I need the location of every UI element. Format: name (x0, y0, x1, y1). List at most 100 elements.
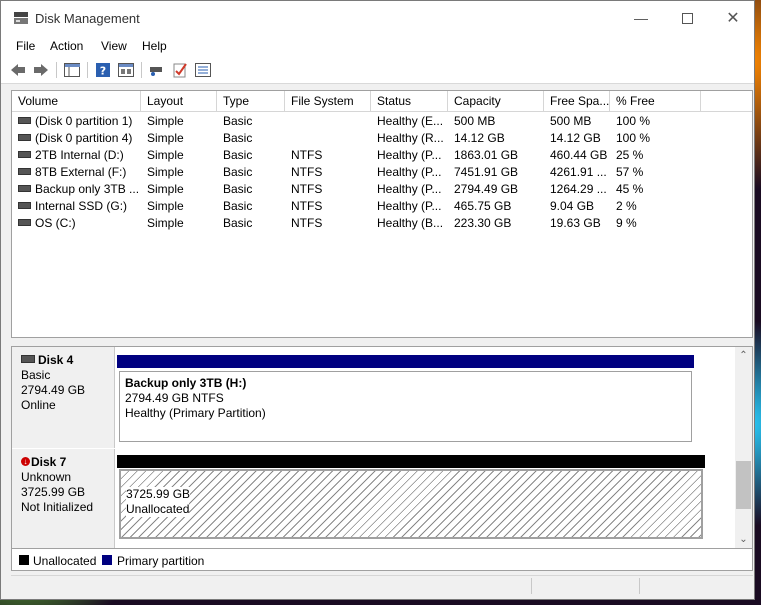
cell-layout: Simple (147, 148, 184, 162)
column-percent-free[interactable]: % Free (610, 91, 701, 111)
cell-free-space: 1264.29 ... (550, 182, 607, 196)
cell-capacity: 2794.49 GB (454, 182, 519, 196)
partition-backup-h-box: Backup only 3TB (H:) 2794.49 GB NTFS Hea… (119, 371, 692, 442)
cell-file-system: NTFS (291, 165, 323, 179)
cell-type: Basic (223, 114, 253, 128)
back-button[interactable] (9, 61, 27, 79)
volume-list[interactable]: Volume Layout Type File System Status Ca… (11, 90, 753, 338)
minimize-button[interactable]: — (618, 1, 664, 35)
list-button[interactable] (194, 61, 212, 79)
disk-4-info[interactable]: Disk 4 Basic 2794.49 GB Online (12, 347, 115, 448)
cell-file-system: NTFS (291, 216, 323, 230)
disk-7-info[interactable]: ↓ Disk 7 Unknown 3725.99 GB Not Initializ… (12, 449, 115, 548)
disk-graphical-view[interactable]: Disk 4 Basic 2794.49 GB Online Backup on… (11, 346, 753, 549)
disk-7-type: Unknown (21, 470, 72, 484)
help-icon: ? (96, 63, 110, 78)
rescan-icon (150, 67, 162, 76)
menu-view[interactable]: View (101, 39, 127, 53)
column-capacity[interactable]: Capacity (448, 91, 544, 111)
cell-layout: Simple (147, 182, 184, 196)
partition-title: Backup only 3TB (H:) (125, 376, 247, 390)
legend-primary: Primary partition (117, 554, 205, 568)
column-layout[interactable]: Layout (141, 91, 217, 111)
disk-4-name: Disk 4 (38, 353, 74, 367)
table-row[interactable]: OS (C:) Simple Basic NTFS Healthy (B... 223.3… (12, 215, 752, 232)
disk-pane-scrollbar[interactable]: ⌃ ⌄ (735, 347, 752, 548)
disk-7-size: 3725.99 GB (21, 485, 86, 499)
menu-help[interactable]: Help (142, 39, 167, 53)
table-row[interactable]: Backup only 3TB ... Simple Basic NTFS Health… (12, 181, 752, 198)
cell-file-system (285, 130, 371, 147)
cell-percent-free: 9 % (616, 216, 637, 230)
check-button[interactable] (171, 61, 189, 79)
partition-status: Healthy (Primary Partition) (125, 406, 266, 420)
cell-percent-free: 57 % (616, 165, 644, 179)
cell-status: Healthy (P... (377, 148, 442, 162)
volume-icon (18, 151, 31, 159)
menu-action[interactable]: Action (50, 39, 83, 53)
cell-type: Basic (223, 199, 253, 213)
cell-free-space: 14.12 GB (550, 131, 601, 145)
close-button[interactable]: ✕ (710, 1, 756, 35)
scroll-up-icon[interactable]: ⌃ (735, 347, 752, 364)
cell-free-space: 9.04 GB (550, 199, 595, 213)
volume-icon (18, 168, 31, 176)
cell-type: Basic (223, 165, 253, 179)
table-row[interactable]: (Disk 0 partition 4) Simple Basic Healthy (… (12, 130, 752, 147)
cell-volume: 8TB External (F:) (12, 164, 141, 181)
column-free-space[interactable]: Free Spa... (544, 91, 610, 111)
volume-icon (18, 219, 31, 227)
unallocated-space[interactable]: 3725.99 GB Unallocated (117, 455, 705, 541)
cell-capacity: 223.30 GB (454, 216, 512, 230)
cell-status: Healthy (E... (377, 114, 444, 128)
scroll-down-icon[interactable]: ⌄ (735, 531, 752, 548)
cell-percent-free: 45 % (616, 182, 644, 196)
partition-backup-h[interactable]: Backup only 3TB (H:) 2794.49 GB NTFS Hea… (117, 355, 694, 444)
cell-percent-free: 25 % (616, 148, 644, 162)
cell-percent-free: 2 % (616, 199, 637, 213)
table-row[interactable]: (Disk 0 partition 1) Simple Basic Healthy (… (12, 113, 752, 130)
pane-splitter[interactable] (11, 338, 753, 346)
window-title: Disk Management (35, 11, 140, 26)
scroll-thumb[interactable] (736, 461, 751, 509)
column-status[interactable]: Status (371, 91, 448, 111)
cell-file-system: NTFS (291, 148, 323, 162)
unallocated-box: 3725.99 GB Unallocated (119, 469, 703, 539)
maximize-button[interactable] (664, 1, 710, 35)
column-type[interactable]: Type (217, 91, 285, 111)
menu-file[interactable]: File (16, 39, 35, 53)
cell-type: Basic (223, 216, 253, 230)
rescan-disks-button[interactable] (148, 61, 166, 79)
disk-4-state: Online (21, 398, 56, 412)
cell-volume: (Disk 0 partition 4) (12, 130, 141, 147)
properties-button[interactable] (117, 61, 135, 79)
table-row[interactable]: Internal SSD (G:) Simple Basic NTFS Healthy … (12, 198, 752, 215)
cell-type: Basic (223, 148, 253, 162)
toolbar: ? (1, 57, 754, 84)
disk-icon (21, 354, 35, 363)
column-volume[interactable]: Volume (12, 91, 141, 111)
disk-management-window: Disk Management — ✕ File Action View Hel… (0, 0, 755, 600)
list-icon (195, 63, 211, 77)
cell-status: Healthy (B... (377, 216, 444, 230)
minimize-icon: — (634, 10, 648, 26)
unallocated-label: Unallocated (126, 502, 190, 517)
unallocated-size: 3725.99 GB (126, 487, 191, 502)
table-row[interactable]: 2TB Internal (D:) Simple Basic NTFS Healthy … (12, 147, 752, 164)
cell-capacity: 7451.91 GB (454, 165, 519, 179)
show-hide-console-tree-button[interactable] (63, 61, 81, 79)
unallocated-bar (117, 455, 705, 468)
disk-management-icon (14, 12, 28, 24)
disk-4-size: 2794.49 GB (21, 383, 86, 397)
cell-file-system: NTFS (291, 199, 323, 213)
back-icon (11, 64, 25, 76)
volume-icon (18, 117, 31, 125)
column-file-system[interactable]: File System (285, 91, 371, 111)
disk-4-type: Basic (21, 368, 51, 382)
help-button[interactable]: ? (94, 61, 112, 79)
forward-button[interactable] (32, 61, 50, 79)
cell-capacity: 14.12 GB (454, 131, 505, 145)
table-row[interactable]: 8TB External (F:) Simple Basic NTFS Healthy … (12, 164, 752, 181)
cell-layout: Simple (147, 216, 184, 230)
cell-layout: Simple (147, 131, 184, 145)
